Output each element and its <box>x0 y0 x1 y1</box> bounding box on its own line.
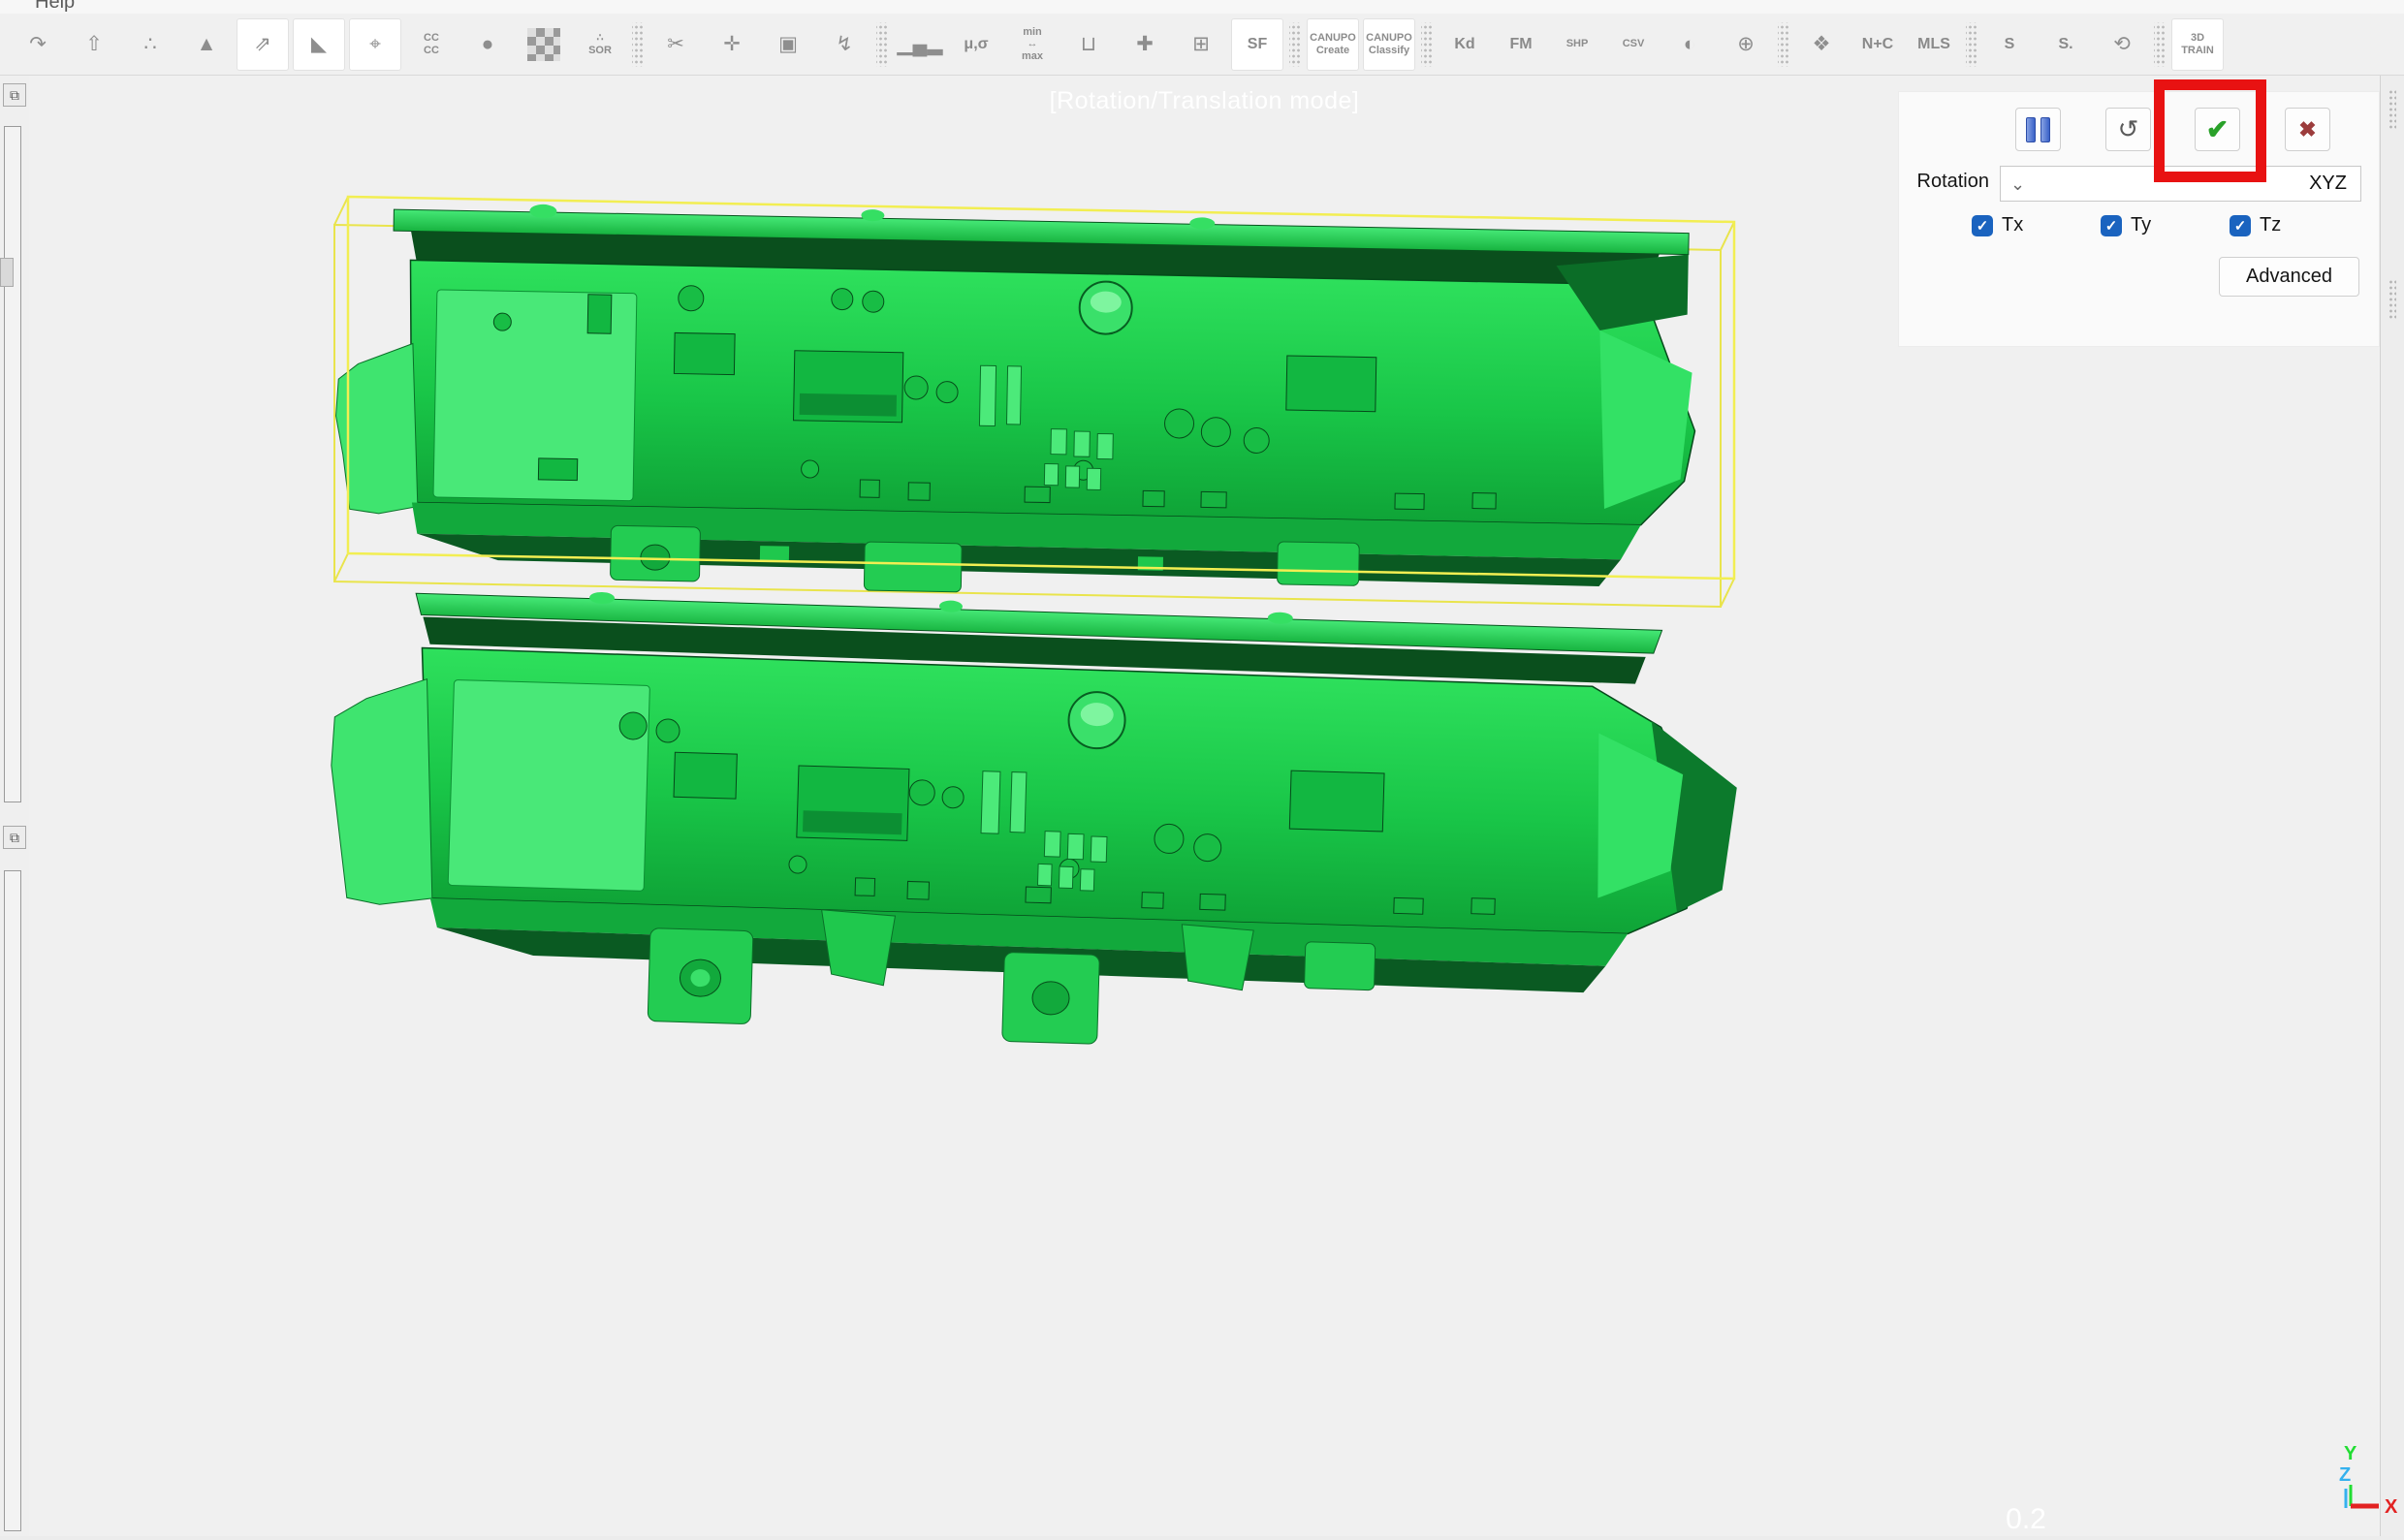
add-constant-icon[interactable]: ✚ <box>1119 18 1171 71</box>
masc-train-icon[interactable]: 3D TRAIN <box>2171 18 2224 71</box>
chevron-down-icon: ⌄ <box>2010 179 2025 189</box>
point-picking-icon[interactable]: ⌖ <box>349 18 401 71</box>
axis-z-label: Z <box>2339 1464 2351 1486</box>
transform-tool-panel: ↺ ✔ ✖ ✓ Tx ✓ Ty ✓ Tz <box>1898 91 2380 347</box>
toolbar-separator <box>1778 22 1789 67</box>
globe-icon[interactable]: ⊕ <box>1720 18 1772 71</box>
menu-item-help[interactable]: Help <box>35 0 75 14</box>
left-dock-strip: ⧉ ⧉ <box>0 76 29 1536</box>
shp-file-icon[interactable]: SHP <box>1551 18 1603 71</box>
accept-icon: ✔ <box>2206 113 2229 145</box>
collapsed-dock-panel-bottom <box>4 870 21 1531</box>
toolbar-separator <box>1289 22 1301 67</box>
checkbox-ty[interactable]: ✓ Ty <box>2101 214 2151 236</box>
advanced-button[interactable]: Advanced <box>2219 257 2359 297</box>
float-panel-button-bottom[interactable]: ⧉ <box>3 826 26 849</box>
sphere-icon[interactable]: ◐ <box>1663 18 1716 71</box>
toolbar-separator <box>2154 22 2166 67</box>
collapsed-dock-panel-top <box>4 126 21 802</box>
axis-y-label: Y <box>2344 1443 2357 1464</box>
bomb-icon[interactable]: ● <box>461 18 514 71</box>
toolbar-separator <box>1421 22 1433 67</box>
toolbar-drag-handle[interactable] <box>2388 89 2396 130</box>
calculator-icon[interactable]: ⊞ <box>1175 18 1227 71</box>
main-toolbar: ↷⇧∴▲⇗◣⌖CC CC● ∴ SOR ✂✛▣↯ ▁▄▂μ,σmin ↔ max⊔✚⊞… <box>0 14 2404 76</box>
scale-bar-label: 0.2 <box>1756 1503 2295 1536</box>
hough-normals-icon[interactable]: ⟲ <box>2096 18 2148 71</box>
cancel-button[interactable]: ✖ <box>2285 108 2330 151</box>
rotation-label: Rotation <box>1904 171 1989 193</box>
checkbox-label: Tx <box>2002 214 2023 236</box>
minmax-filter-icon[interactable]: min ↔ max <box>1006 18 1059 71</box>
translate-rotate-icon[interactable]: ✛ <box>706 18 758 71</box>
mls-smoothing-icon[interactable]: MLS <box>1908 18 1960 71</box>
reset-button[interactable]: ↺ <box>2105 108 2151 151</box>
sor-filter-icon[interactable]: ∴ SOR <box>574 18 626 71</box>
rotation-axis-value: XYZ <box>2025 173 2360 195</box>
checkbox-box[interactable]: ✓ <box>1972 215 1993 236</box>
histogram-icon[interactable]: ▁▄▂ <box>894 18 946 71</box>
toolbar-separator <box>632 22 644 67</box>
align-clouds-icon[interactable]: ◣ <box>293 18 345 71</box>
float-panel-button-top[interactable]: ⧉ <box>3 83 26 107</box>
scale-bar <box>1756 1497 2295 1499</box>
cross-section-icon[interactable]: ▣ <box>762 18 814 71</box>
toolbar-separator <box>876 22 888 67</box>
rotation-axis-combobox[interactable]: ⌄ XYZ <box>2000 166 2361 202</box>
scalar-field-icon[interactable]: SF <box>1231 18 1283 71</box>
axis-x-label: X <box>2385 1496 2398 1518</box>
normals-plus-clouds-icon[interactable]: N+C <box>1851 18 1904 71</box>
checkbox-box[interactable]: ✓ <box>2101 215 2122 236</box>
fm-icon[interactable]: FM <box>1495 18 1547 71</box>
cancel-icon: ✖ <box>2298 117 2316 142</box>
axis-gizmo: Y Z X <box>2319 1442 2402 1524</box>
canupo-classify-icon[interactable]: CANUPO Classify <box>1363 18 1415 71</box>
gaussian-filter-icon[interactable]: μ,σ <box>950 18 1002 71</box>
dock-tab[interactable] <box>0 258 14 287</box>
checkbox-box[interactable]: ✓ <box>2230 215 2251 236</box>
right-dock-strip <box>2380 76 2404 1536</box>
apply-transformation-icon[interactable]: ⇧ <box>68 18 120 71</box>
fine-registration-icon[interactable]: ⇗ <box>237 18 289 71</box>
toolbar-drag-handle[interactable] <box>2388 279 2396 320</box>
trace-polyline-icon[interactable]: ↯ <box>818 18 870 71</box>
checkbox-label: Tz <box>2260 214 2281 236</box>
checkbox-tz[interactable]: ✓ Tz <box>2230 214 2281 236</box>
cloud-cloud-distance-icon[interactable]: CC CC <box>405 18 458 71</box>
checkbox-tx[interactable]: ✓ Tx <box>1972 214 2023 236</box>
pause-button[interactable] <box>2015 108 2061 151</box>
csv-file-icon[interactable]: CSV <box>1607 18 1660 71</box>
kd-tree-icon[interactable]: Kd <box>1439 18 1491 71</box>
csf-classify-icon[interactable]: S. <box>2040 18 2092 71</box>
clone-icon[interactable]: ↷ <box>12 18 64 71</box>
csf-curve-icon[interactable]: S <box>1983 18 2036 71</box>
mesh-sampling-icon[interactable]: ▲ <box>180 18 233 71</box>
bucket-icon[interactable]: ⊔ <box>1062 18 1115 71</box>
menu-bar: Help <box>0 0 2404 14</box>
reset-icon: ↺ <box>2118 114 2139 144</box>
checkerboard-icon[interactable] <box>518 18 570 71</box>
segment-scissors-icon[interactable]: ✂ <box>649 18 702 71</box>
checkbox-label: Ty <box>2131 214 2151 236</box>
fractal-icon[interactable]: ❖ <box>1795 18 1848 71</box>
subsample-icon[interactable]: ∴ <box>124 18 176 71</box>
canupo-create-icon[interactable]: CANUPO Create <box>1307 18 1359 71</box>
status-bar-sliver <box>0 1536 2404 1540</box>
toolbar-separator <box>1966 22 1977 67</box>
accept-button[interactable]: ✔ <box>2195 108 2240 151</box>
